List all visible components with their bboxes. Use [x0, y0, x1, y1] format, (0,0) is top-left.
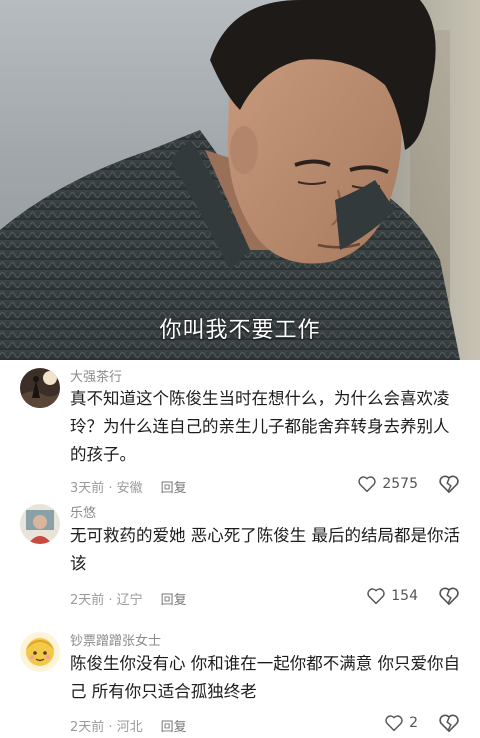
- comment-text: 无可救药的爱她 恶心死了陈俊生 最后的结局都是你活该: [70, 526, 460, 573]
- comment-text: 真不知道这个陈俊生当时在想什么，为什么会喜欢凌玲？为什么连自己的亲生儿子都能舍弃…: [70, 389, 450, 464]
- comment-username[interactable]: 乐悠: [70, 502, 96, 521]
- dislike-button[interactable]: [438, 713, 460, 737]
- video-frame[interactable]: 你叫我不要工作: [0, 0, 480, 360]
- broken-heart-icon: [439, 587, 459, 605]
- comment-text: 陈俊生你没有心 你和谁在一起你都不满意 你只爱你自己 所有你只适合孤独终老: [70, 654, 460, 701]
- avatar[interactable]: [20, 504, 60, 544]
- avatar[interactable]: [20, 368, 60, 408]
- like-count: 154: [391, 588, 418, 604]
- avatar-image: [20, 368, 60, 408]
- reply-button[interactable]: 回复: [161, 720, 187, 735]
- comment-meta: 2天前 · 辽宁 回复: [70, 589, 187, 608]
- heart-outline-icon: [385, 715, 403, 732]
- comment-meta: 3天前 · 安徽 回复: [70, 477, 187, 496]
- avatar[interactable]: [20, 632, 60, 672]
- like-count: 2575: [382, 476, 418, 492]
- comment-time-location: 3天前 · 安徽: [70, 481, 143, 496]
- man-figure-illustration: [0, 0, 460, 360]
- like-button[interactable]: 2575: [357, 475, 418, 493]
- comment-username[interactable]: 大强茶行: [70, 366, 122, 385]
- reply-button[interactable]: 回复: [161, 481, 187, 496]
- heart-outline-icon: [367, 588, 385, 605]
- like-button[interactable]: 2: [384, 714, 418, 732]
- dislike-button[interactable]: [438, 474, 460, 498]
- heart-outline-icon: [358, 476, 377, 493]
- video-subtitle: 你叫我不要工作: [159, 318, 321, 343]
- broken-heart-icon: [439, 714, 459, 732]
- comment-time-location: 2天前 · 河北: [70, 720, 143, 735]
- avatar-image: [20, 632, 60, 672]
- comment-time-location: 2天前 · 辽宁: [70, 593, 143, 608]
- like-button[interactable]: 154: [366, 587, 418, 605]
- comment-username[interactable]: 钞票蹭蹭张女士: [70, 630, 161, 649]
- avatar-image: [20, 504, 60, 544]
- broken-heart-icon: [439, 475, 459, 493]
- like-count: 2: [409, 715, 418, 731]
- dislike-button[interactable]: [438, 586, 460, 610]
- reply-button[interactable]: 回复: [161, 593, 187, 608]
- comment-meta: 2天前 · 河北 回复: [70, 716, 187, 735]
